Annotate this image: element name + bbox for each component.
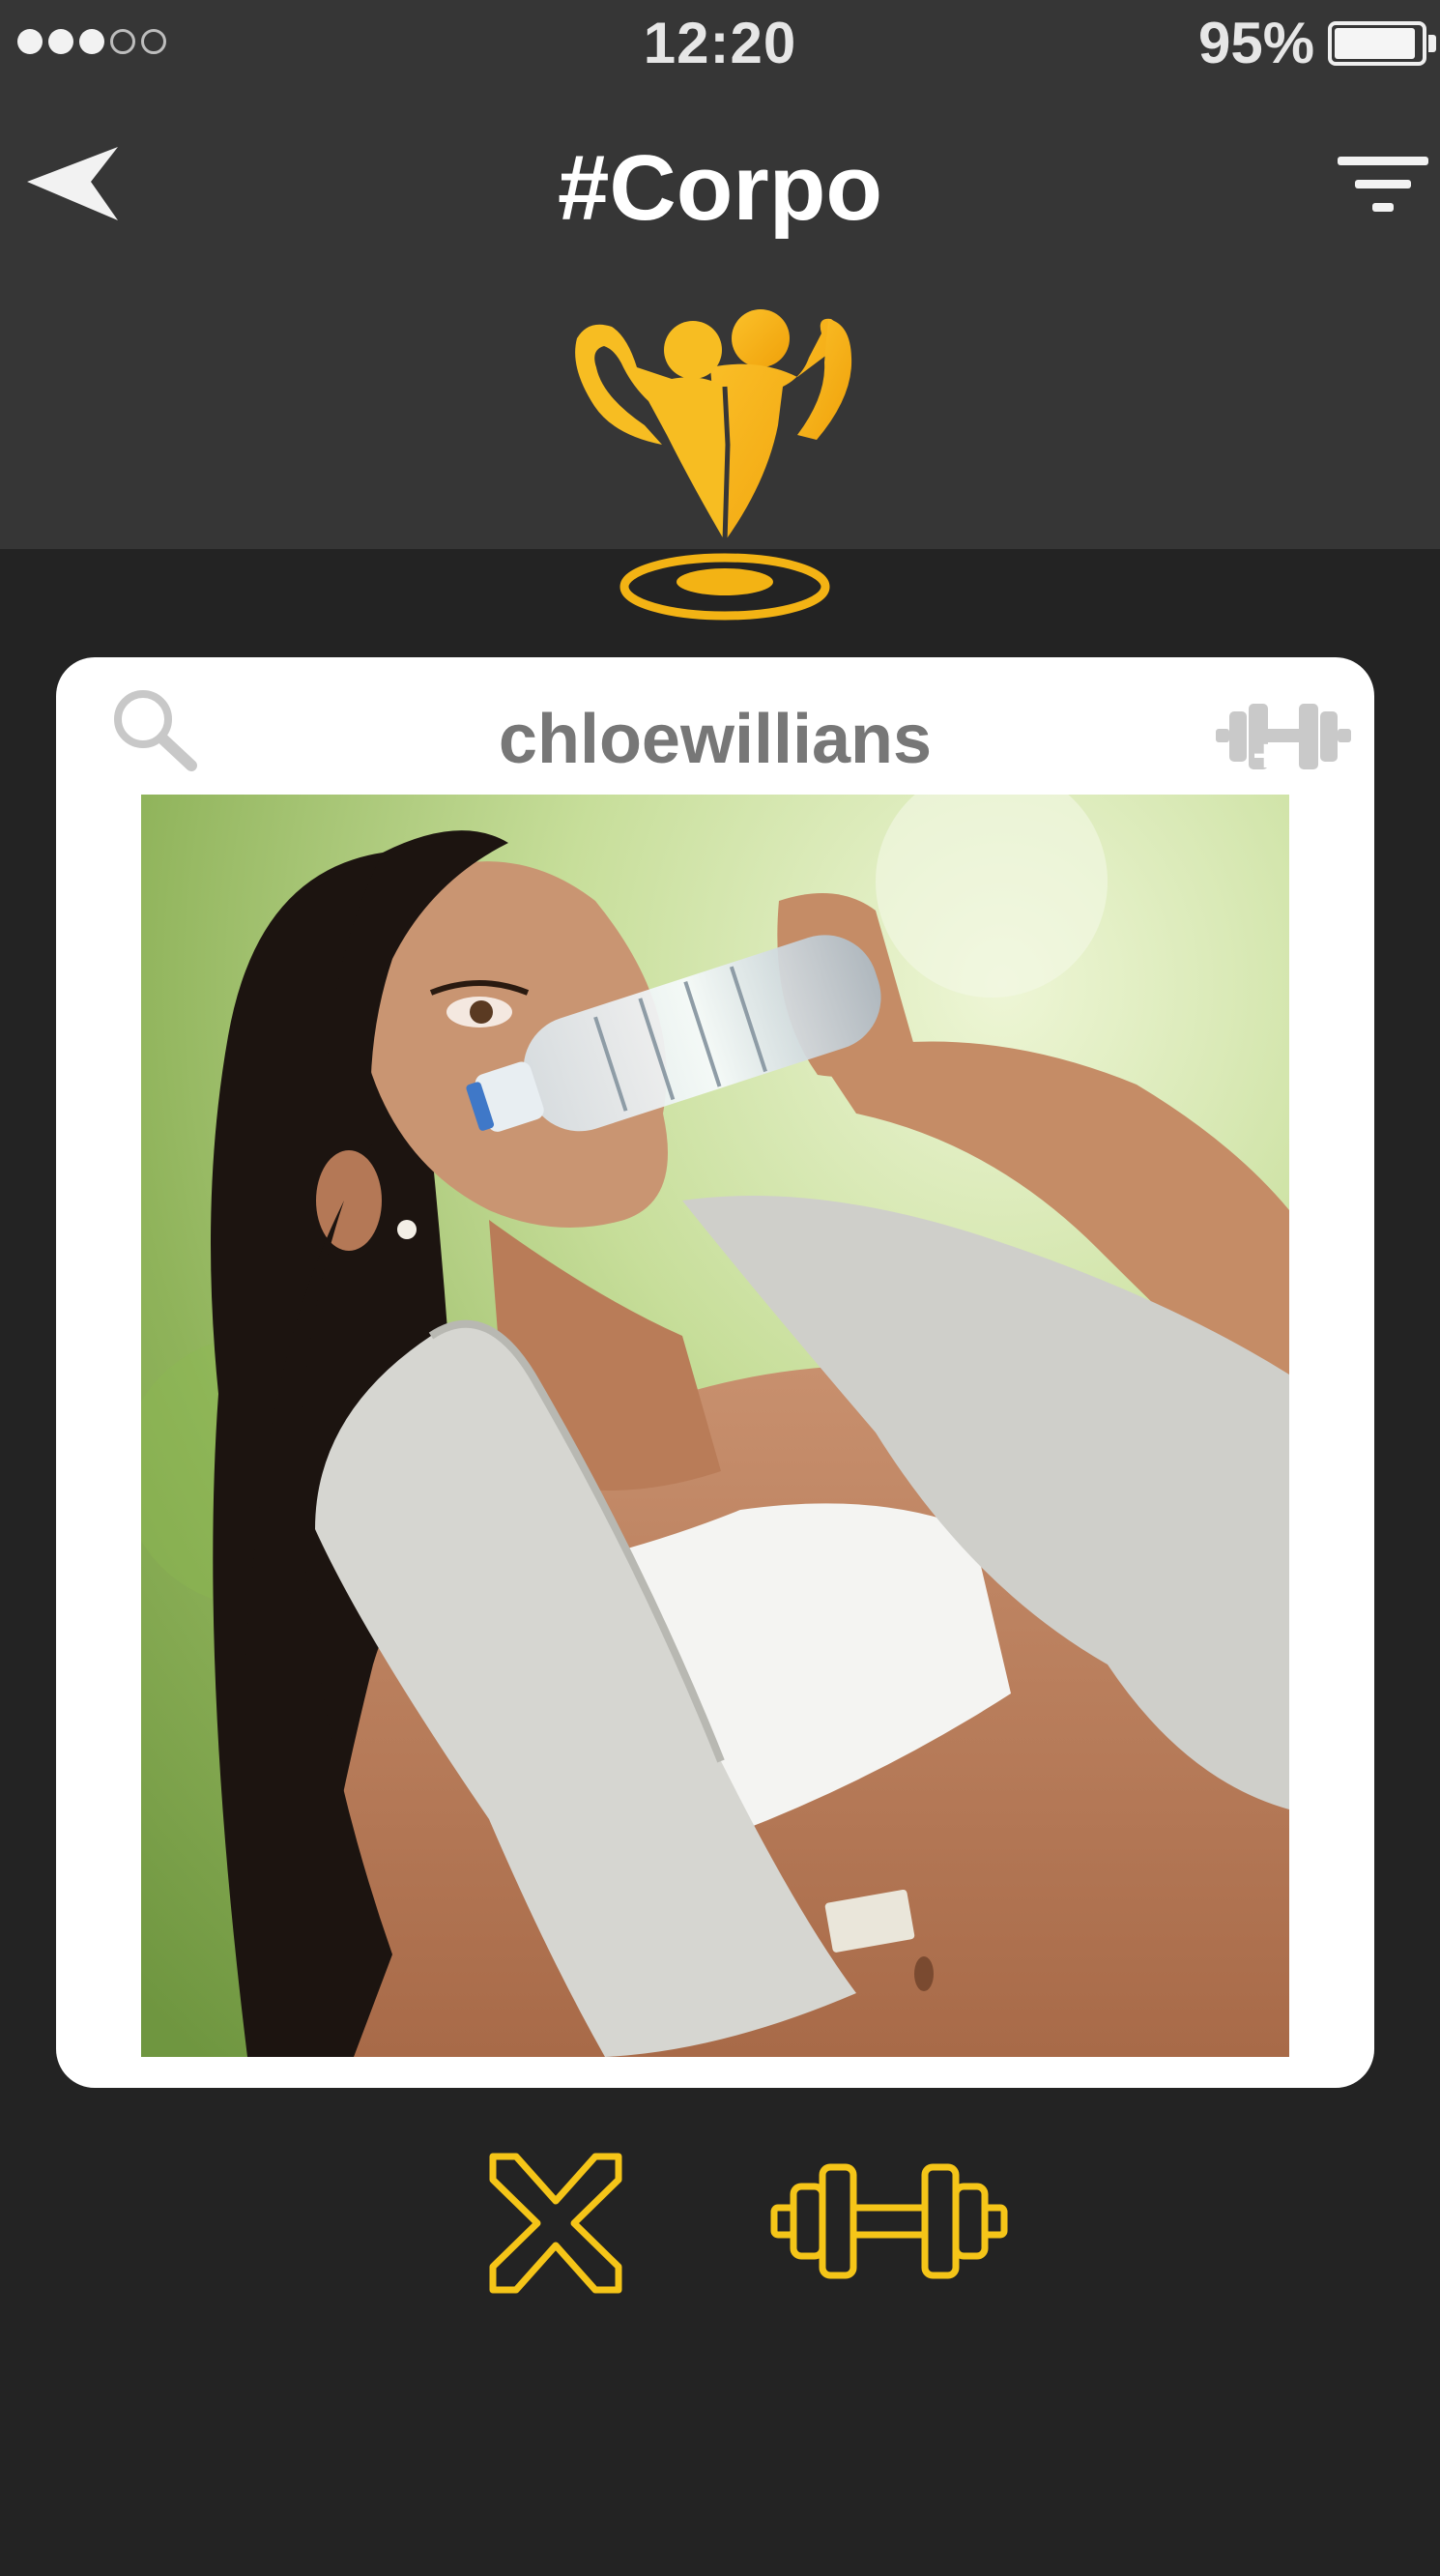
battery-level-fill (1335, 28, 1416, 59)
filter-icon[interactable] (1338, 155, 1428, 217)
profile-photo-image (141, 795, 1289, 2057)
status-bar: 12:20 95% (0, 0, 1440, 87)
x-icon (489, 2153, 622, 2294)
battery-percent: 95% (1198, 11, 1315, 75)
profile-photo[interactable] (141, 795, 1289, 2057)
profile-username: chloewillians (498, 701, 933, 778)
page-title: #Corpo (558, 136, 882, 240)
reject-button[interactable] (474, 2141, 638, 2305)
dumbbell-icon[interactable]: + (1216, 700, 1351, 773)
battery-tip (1428, 35, 1436, 52)
svg-text:+: + (1251, 734, 1282, 773)
battery-icon (1328, 21, 1426, 66)
bodybuilders-logo-icon (575, 309, 852, 621)
dumbbell-icon (770, 2163, 1008, 2279)
like-button[interactable] (768, 2154, 1010, 2289)
profile-card[interactable]: chloewillians + (56, 657, 1374, 2088)
